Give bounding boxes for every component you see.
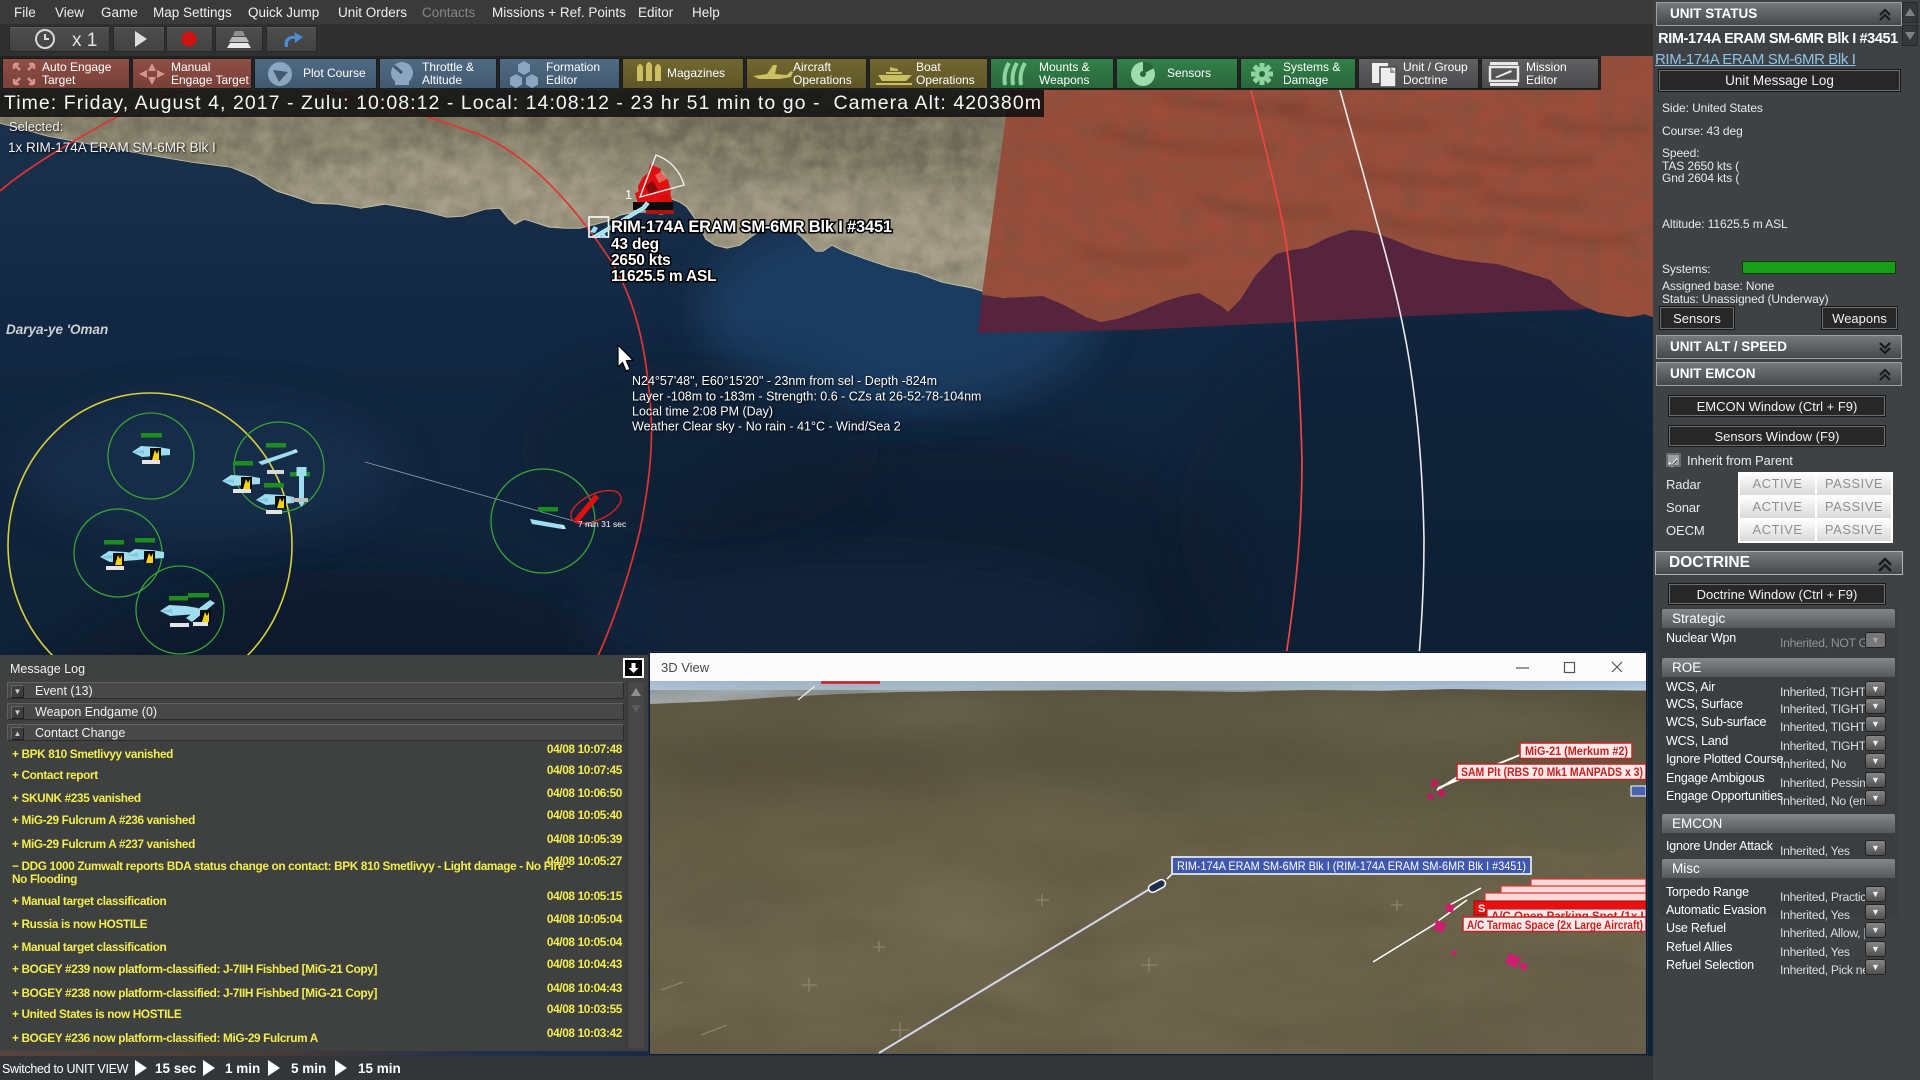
svg-text:Darya-ye 'Oman: Darya-ye 'Oman [6, 322, 108, 337]
svg-text:15 sec: 15 sec [155, 1061, 197, 1076]
svg-text:7 min 31 sec: 7 min 31 sec [578, 519, 627, 529]
svg-text:43 deg: 43 deg [611, 236, 659, 253]
svg-text:5 min: 5 min [291, 1061, 326, 1076]
svg-text:2650 kts: 2650 kts [611, 252, 671, 269]
svg-text:15 min: 15 min [358, 1061, 401, 1076]
svg-text:RIM-174A ERAM SM-6MR Blk I #34: RIM-174A ERAM SM-6MR Blk I #3451 [611, 218, 892, 236]
svg-text:1 min: 1 min [225, 1061, 260, 1076]
svg-text:Weather Clear sky - No rain -: Weather Clear sky - No rain - 41°C - Win… [632, 420, 901, 434]
svg-text:Layer -108m to -183m - Strengt: Layer -108m to -183m - Strength: 0.6 - C… [632, 390, 981, 404]
svg-text:A/C Tarmac Space (2x Large Air: A/C Tarmac Space (2x Large Aircraft) [1467, 920, 1643, 932]
svg-text:1: 1 [625, 187, 632, 202]
svg-text:11625.5 m ASL: 11625.5 m ASL [611, 268, 716, 285]
svg-text:x 1: x 1 [72, 30, 97, 51]
svg-text:MiG-21 (Merkum #2): MiG-21 (Merkum #2) [1525, 746, 1628, 758]
svg-text:SAM Plt (RBS 70 Mk1 MANPADS x: SAM Plt (RBS 70 Mk1 MANPADS x 3) [1461, 767, 1643, 779]
svg-text:Local time 2:08 PM (Day): Local time 2:08 PM (Day) [632, 405, 773, 419]
svg-text:N24°57'48", E60°15'20" - 23nm: N24°57'48", E60°15'20" - 23nm from sel -… [632, 374, 937, 388]
svg-text:S: S [1478, 903, 1485, 915]
svg-text:RIM-174A ERAM SM-6MR Blk I (RI: RIM-174A ERAM SM-6MR Blk I (RIM-174A ERA… [1177, 859, 1526, 873]
